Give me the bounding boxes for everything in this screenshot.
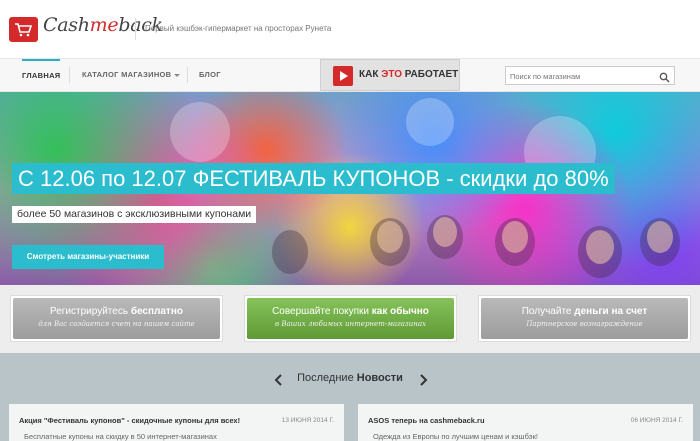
step-title-plain: Совершайте покупки bbox=[272, 306, 372, 317]
news-heading-bold: Новости bbox=[356, 372, 403, 384]
logo-part: me bbox=[89, 14, 119, 36]
step-title-bold: бесплатно bbox=[130, 306, 183, 317]
news-card[interactable]: ASOS теперь на cashmeback.ru 06 ИЮНЯ 201… bbox=[358, 404, 693, 441]
news-excerpt: Бесплатные купоны на скидку в 50 интерне… bbox=[24, 432, 217, 441]
site-header: Cashmeback Первый кэшбэк-гипермаркет на … bbox=[0, 0, 700, 58]
view-participants-button[interactable]: Смотреть магазины-участники bbox=[12, 245, 164, 269]
nav-divider bbox=[69, 67, 70, 83]
play-icon bbox=[333, 66, 353, 86]
news-date: 13 ИЮНЯ 2014 Г. bbox=[281, 417, 334, 424]
tagline: Первый кэшбэк-гипермаркет на просторах Р… bbox=[145, 24, 332, 33]
nav-item-catalog[interactable]: КАТАЛОГ МАГАЗИНОВ bbox=[82, 59, 181, 91]
step-caption: для Вас создается счет на нашем сайте bbox=[38, 320, 195, 328]
news-excerpt: Одежда из Европы по лучшим ценам и кэшбэ… bbox=[373, 432, 538, 441]
news-section: Последние Новости Акция "Фестиваль купон… bbox=[0, 353, 700, 441]
hero-subtitle: более 50 магазинов с эксклюзивными купон… bbox=[12, 206, 257, 223]
nav-divider bbox=[187, 67, 188, 83]
how-text-part: РАБОТАЕТ bbox=[401, 69, 459, 80]
news-date: 06 ИЮНЯ 2014 Г. bbox=[630, 417, 683, 424]
news-title[interactable]: ASOS теперь на cashmeback.ru bbox=[368, 416, 485, 425]
step-shop[interactable]: Совершайте покупки как обычно в Ваших лю… bbox=[244, 295, 457, 342]
how-text-highlight: ЭТО bbox=[381, 69, 402, 80]
step-title-plain: Получайте bbox=[521, 306, 575, 317]
nav-item-home[interactable]: ГЛАВНАЯ bbox=[22, 59, 61, 91]
chevron-right-icon[interactable] bbox=[418, 373, 428, 391]
how-text-part: КАК bbox=[359, 69, 382, 80]
step-button: Совершайте покупки как обычно в Ваших лю… bbox=[247, 298, 454, 339]
header-divider bbox=[135, 18, 136, 40]
search-box bbox=[505, 66, 675, 85]
how-steps: Регистрируйтесь бесплатно для Вас создае… bbox=[0, 285, 700, 353]
logo-part: Cash bbox=[43, 14, 90, 36]
search-icon[interactable] bbox=[659, 70, 670, 88]
step-title: Совершайте покупки как обычно bbox=[247, 306, 454, 317]
step-button: Регистрируйтесь бесплатно для Вас создае… bbox=[13, 298, 220, 339]
chevron-down-icon bbox=[174, 73, 181, 77]
news-heading-plain: Последние bbox=[297, 372, 357, 384]
nav-item-blog[interactable]: БЛОГ bbox=[199, 59, 221, 91]
step-caption: в Ваших любимых интернет-магазинах bbox=[275, 320, 426, 328]
step-title: Регистрируйтесь бесплатно bbox=[13, 306, 220, 317]
step-get-money[interactable]: Получайте деньги на счет Партнерское воз… bbox=[478, 295, 691, 342]
hero-banner: С 12.06 по 12.07 ФЕСТИВАЛЬ КУПОНОВ - ски… bbox=[0, 92, 700, 285]
search-input[interactable] bbox=[510, 69, 655, 83]
news-card[interactable]: Акция "Фестиваль купонов" - скидочные ку… bbox=[9, 404, 344, 441]
step-button: Получайте деньги на счет Партнерское воз… bbox=[481, 298, 688, 339]
hero-title: С 12.06 по 12.07 ФЕСТИВАЛЬ КУПОНОВ - ски… bbox=[12, 163, 615, 194]
step-title-bold: как обычно bbox=[371, 306, 429, 317]
news-heading: Последние Новости bbox=[0, 372, 700, 384]
step-title-plain: Регистрируйтесь bbox=[50, 306, 131, 317]
nav-item-label: КАТАЛОГ МАГАЗИНОВ bbox=[82, 70, 172, 79]
step-register[interactable]: Регистрируйтесь бесплатно для Вас создае… bbox=[10, 295, 223, 342]
step-title: Получайте деньги на счет bbox=[481, 306, 688, 317]
how-it-works-button[interactable]: КАК ЭТО РАБОТАЕТ bbox=[320, 59, 460, 91]
news-title[interactable]: Акция "Фестиваль купонов" - скидочные ку… bbox=[19, 416, 240, 425]
step-caption: Партнерское вознаграждение bbox=[526, 320, 643, 328]
cart-logo-icon[interactable] bbox=[9, 17, 38, 42]
how-it-works-label: КАК ЭТО РАБОТАЕТ bbox=[359, 60, 458, 90]
step-title-bold: деньги на счет bbox=[574, 306, 648, 317]
